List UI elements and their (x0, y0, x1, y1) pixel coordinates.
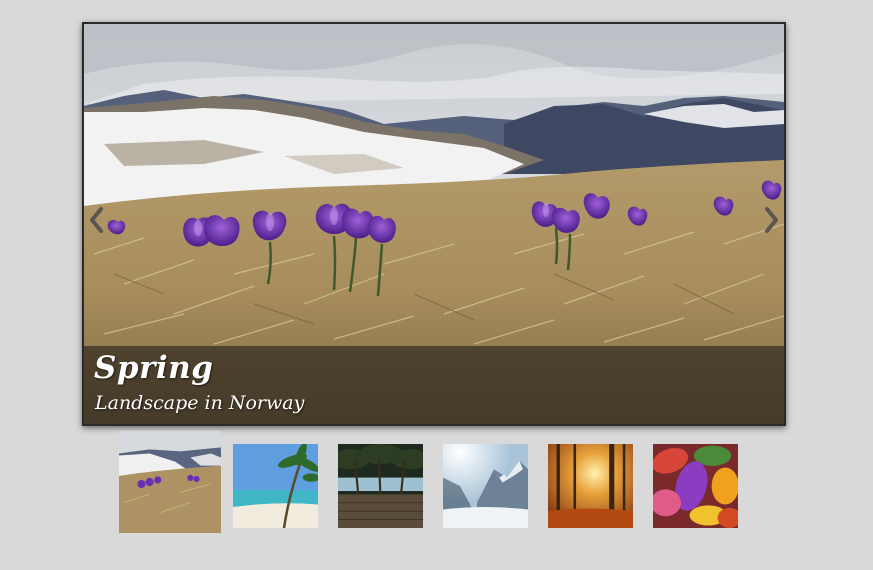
thumbnail-winter[interactable] (443, 444, 528, 528)
thumbnail-spring[interactable] (119, 431, 221, 533)
thumbnail-image (443, 444, 528, 528)
thumbnail-strip (0, 431, 873, 541)
thumbnail-image (548, 444, 633, 528)
thumbnail-image (338, 444, 423, 528)
caption-subtitle: Landscape in Norway (95, 392, 305, 414)
chevron-right-icon (765, 207, 778, 233)
thumbnail-autumn-forest[interactable] (548, 444, 633, 528)
thumbnail-beach[interactable] (233, 444, 318, 528)
slide-caption: Spring Landscape in Norway (84, 346, 784, 424)
thumbnail-image (119, 431, 221, 533)
caption-title: Spring (94, 350, 214, 386)
chevron-left-icon (90, 207, 103, 233)
thumbnail-image (233, 444, 318, 528)
thumbnail-palm-grove[interactable] (338, 444, 423, 528)
image-slider[interactable]: Spring Landscape in Norway (82, 22, 786, 426)
thumbnail-image (653, 444, 738, 528)
next-slide-button[interactable] (760, 202, 782, 238)
prev-slide-button[interactable] (86, 202, 108, 238)
thumbnail-autumn-leaves[interactable] (653, 444, 738, 528)
